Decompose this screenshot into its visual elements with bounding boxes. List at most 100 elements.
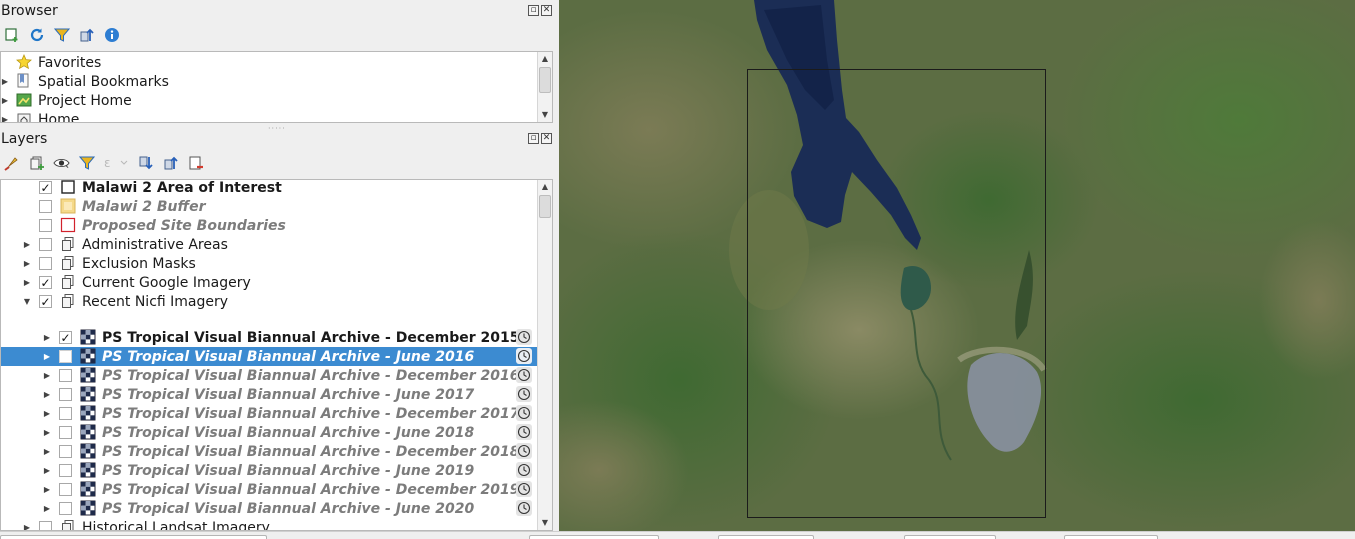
layer-row[interactable]: ▶ ✓ PS Tropical Visual Biannual Archive - … — [1, 328, 538, 347]
status-field[interactable] — [529, 535, 659, 539]
layer-visibility-checkbox[interactable] — [59, 502, 72, 515]
scroll-down-icon[interactable]: ▼ — [538, 108, 552, 122]
status-field[interactable] — [718, 535, 814, 539]
status-field[interactable] — [0, 535, 267, 539]
status-field[interactable] — [1064, 535, 1158, 539]
expand-arrow-icon[interactable]: ▶ — [43, 466, 51, 475]
temporal-clock-icon[interactable] — [516, 348, 532, 364]
expand-arrow-icon[interactable]: ▶ — [43, 485, 51, 494]
layer-visibility-checkbox[interactable] — [39, 238, 52, 251]
scroll-thumb[interactable] — [539, 195, 551, 218]
layer-row[interactable]: ▶ Historical Landsat Imagery — [1, 518, 538, 530]
scroll-up-icon[interactable]: ▲ — [538, 180, 552, 194]
layer-visibility-checkbox[interactable] — [59, 388, 72, 401]
layer-row[interactable]: ▶ PS Tropical Visual Biannual Archive - J… — [1, 423, 538, 442]
layer-visibility-checkbox[interactable] — [59, 445, 72, 458]
layer-row[interactable]: ▶ PS Tropical Visual Biannual Archive - J… — [1, 385, 538, 404]
browser-item-home[interactable]: ▶ Home — [1, 110, 538, 122]
layer-visibility-checkbox[interactable] — [39, 219, 52, 232]
layer-row[interactable]: ✓ Malawi 2 Area of Interest — [1, 180, 538, 197]
layers-scrollbar[interactable]: ▲ ▼ — [537, 180, 552, 530]
scroll-thumb[interactable] — [539, 67, 551, 93]
layer-row[interactable]: ▶ PS Tropical Visual Biannual Archive - J… — [1, 461, 538, 480]
browser-item-favorites[interactable]: Favorites — [1, 53, 538, 72]
expand-all-icon[interactable] — [137, 155, 154, 172]
layer-visibility-checkbox[interactable] — [59, 407, 72, 420]
expand-arrow-icon[interactable]: ▶ — [43, 428, 51, 437]
expand-arrow-icon[interactable]: ▶ — [23, 259, 31, 268]
browser-panel-title: Browser ▫ ✕ — [0, 1, 556, 21]
map-canvas[interactable] — [559, 0, 1355, 531]
expand-arrow-icon[interactable]: ▶ — [43, 409, 51, 418]
expand-arrow-icon[interactable]: ▶ — [43, 504, 51, 513]
layer-visibility-checkbox[interactable]: ✓ — [59, 331, 72, 344]
layer-row[interactable]: Proposed Site Boundaries — [1, 216, 538, 235]
temporal-clock-icon[interactable] — [516, 462, 532, 478]
layers-close-button[interactable]: ✕ — [541, 133, 552, 144]
layer-row[interactable]: ▶ PS Tropical Visual Biannual Archive - D… — [1, 404, 538, 423]
expand-arrow-icon[interactable]: ▶ — [1, 115, 9, 122]
layer-row[interactable]: ▶ Exclusion Masks — [1, 254, 538, 273]
expand-arrow-icon[interactable]: ▶ — [1, 77, 9, 86]
temporal-clock-icon[interactable] — [516, 329, 532, 345]
info-icon[interactable] — [103, 27, 120, 44]
visibility-eye-icon[interactable] — [53, 155, 70, 172]
layer-row[interactable]: Malawi 2 Buffer — [1, 197, 538, 216]
temporal-clock-icon[interactable] — [516, 386, 532, 402]
browser-close-button[interactable]: ✕ — [541, 5, 552, 16]
layer-row[interactable]: ▶ PS Tropical Visual Biannual Archive - J… — [1, 499, 538, 518]
layer-visibility-checkbox[interactable] — [59, 464, 72, 477]
layer-row[interactable]: ▶ PS Tropical Visual Biannual Archive - D… — [1, 366, 538, 385]
layer-visibility-checkbox[interactable] — [39, 257, 52, 270]
temporal-clock-icon[interactable] — [516, 405, 532, 421]
style-brush-icon[interactable] — [3, 155, 20, 172]
layer-row[interactable]: ▶ PS Tropical Visual Biannual Archive - J… — [1, 347, 538, 366]
temporal-clock-icon[interactable] — [516, 443, 532, 459]
status-field[interactable] — [904, 535, 996, 539]
expand-arrow-icon[interactable]: ▶ — [23, 278, 31, 287]
expand-arrow-icon[interactable]: ▶ — [43, 333, 51, 342]
layer-row[interactable]: ▶ PS Tropical Visual Biannual Archive - D… — [1, 480, 538, 499]
layer-visibility-checkbox[interactable] — [59, 426, 72, 439]
expand-arrow-icon[interactable]: ▶ — [23, 523, 31, 530]
layer-visibility-checkbox[interactable] — [59, 350, 72, 363]
expand-arrow-icon[interactable]: ▶ — [43, 447, 51, 456]
layer-row[interactable]: ▶ ✓ Current Google Imagery — [1, 273, 538, 292]
layer-row[interactable]: ▶ PS Tropical Visual Biannual Archive - D… — [1, 442, 538, 461]
layer-visibility-checkbox[interactable] — [59, 369, 72, 382]
temporal-clock-icon[interactable] — [516, 481, 532, 497]
temporal-clock-icon[interactable] — [516, 367, 532, 383]
expand-arrow-icon[interactable]: ▶ — [43, 352, 51, 361]
layer-visibility-checkbox[interactable]: ✓ — [39, 276, 52, 289]
expand-arrow-icon[interactable]: ▶ — [43, 371, 51, 380]
refresh-icon[interactable] — [28, 27, 45, 44]
browser-item-project-home[interactable]: ▶ Project Home — [1, 91, 538, 110]
expand-arrow-icon[interactable]: ▶ — [1, 96, 9, 105]
collapse-all-icon[interactable] — [78, 27, 95, 44]
filter-legend-icon[interactable] — [78, 155, 95, 172]
layer-visibility-checkbox[interactable]: ✓ — [39, 295, 52, 308]
layer-visibility-checkbox[interactable] — [39, 200, 52, 213]
filter-icon[interactable] — [53, 27, 70, 44]
add-group-icon[interactable] — [28, 155, 45, 172]
scroll-down-icon[interactable]: ▼ — [538, 516, 552, 530]
collapse-arrow-icon[interactable]: ▼ — [23, 297, 31, 306]
browser-item-spatial-bookmarks[interactable]: ▶ Spatial Bookmarks — [1, 72, 538, 91]
expand-arrow-icon[interactable]: ▶ — [23, 240, 31, 249]
scroll-up-icon[interactable]: ▲ — [538, 52, 552, 66]
layer-visibility-checkbox[interactable] — [59, 483, 72, 496]
temporal-clock-icon[interactable] — [516, 424, 532, 440]
layer-row[interactable]: ▶ Administrative Areas — [1, 235, 538, 254]
expand-arrow-icon[interactable]: ▶ — [43, 390, 51, 399]
add-layer-icon[interactable] — [3, 27, 20, 44]
collapse-all-layers-icon[interactable] — [162, 155, 179, 172]
layer-row[interactable]: ▼ ✓ Recent Nicfi Imagery — [1, 292, 538, 311]
browser-float-button[interactable]: ▫ — [528, 5, 539, 16]
layer-visibility-checkbox[interactable]: ✓ — [39, 181, 52, 194]
temporal-clock-icon[interactable] — [516, 500, 532, 516]
filter-expression-icon[interactable]: ε — [103, 155, 129, 172]
layers-float-button[interactable]: ▫ — [528, 133, 539, 144]
browser-scrollbar[interactable]: ▲ ▼ — [537, 52, 552, 122]
layer-visibility-checkbox[interactable] — [39, 521, 52, 530]
remove-layer-icon[interactable] — [187, 155, 204, 172]
